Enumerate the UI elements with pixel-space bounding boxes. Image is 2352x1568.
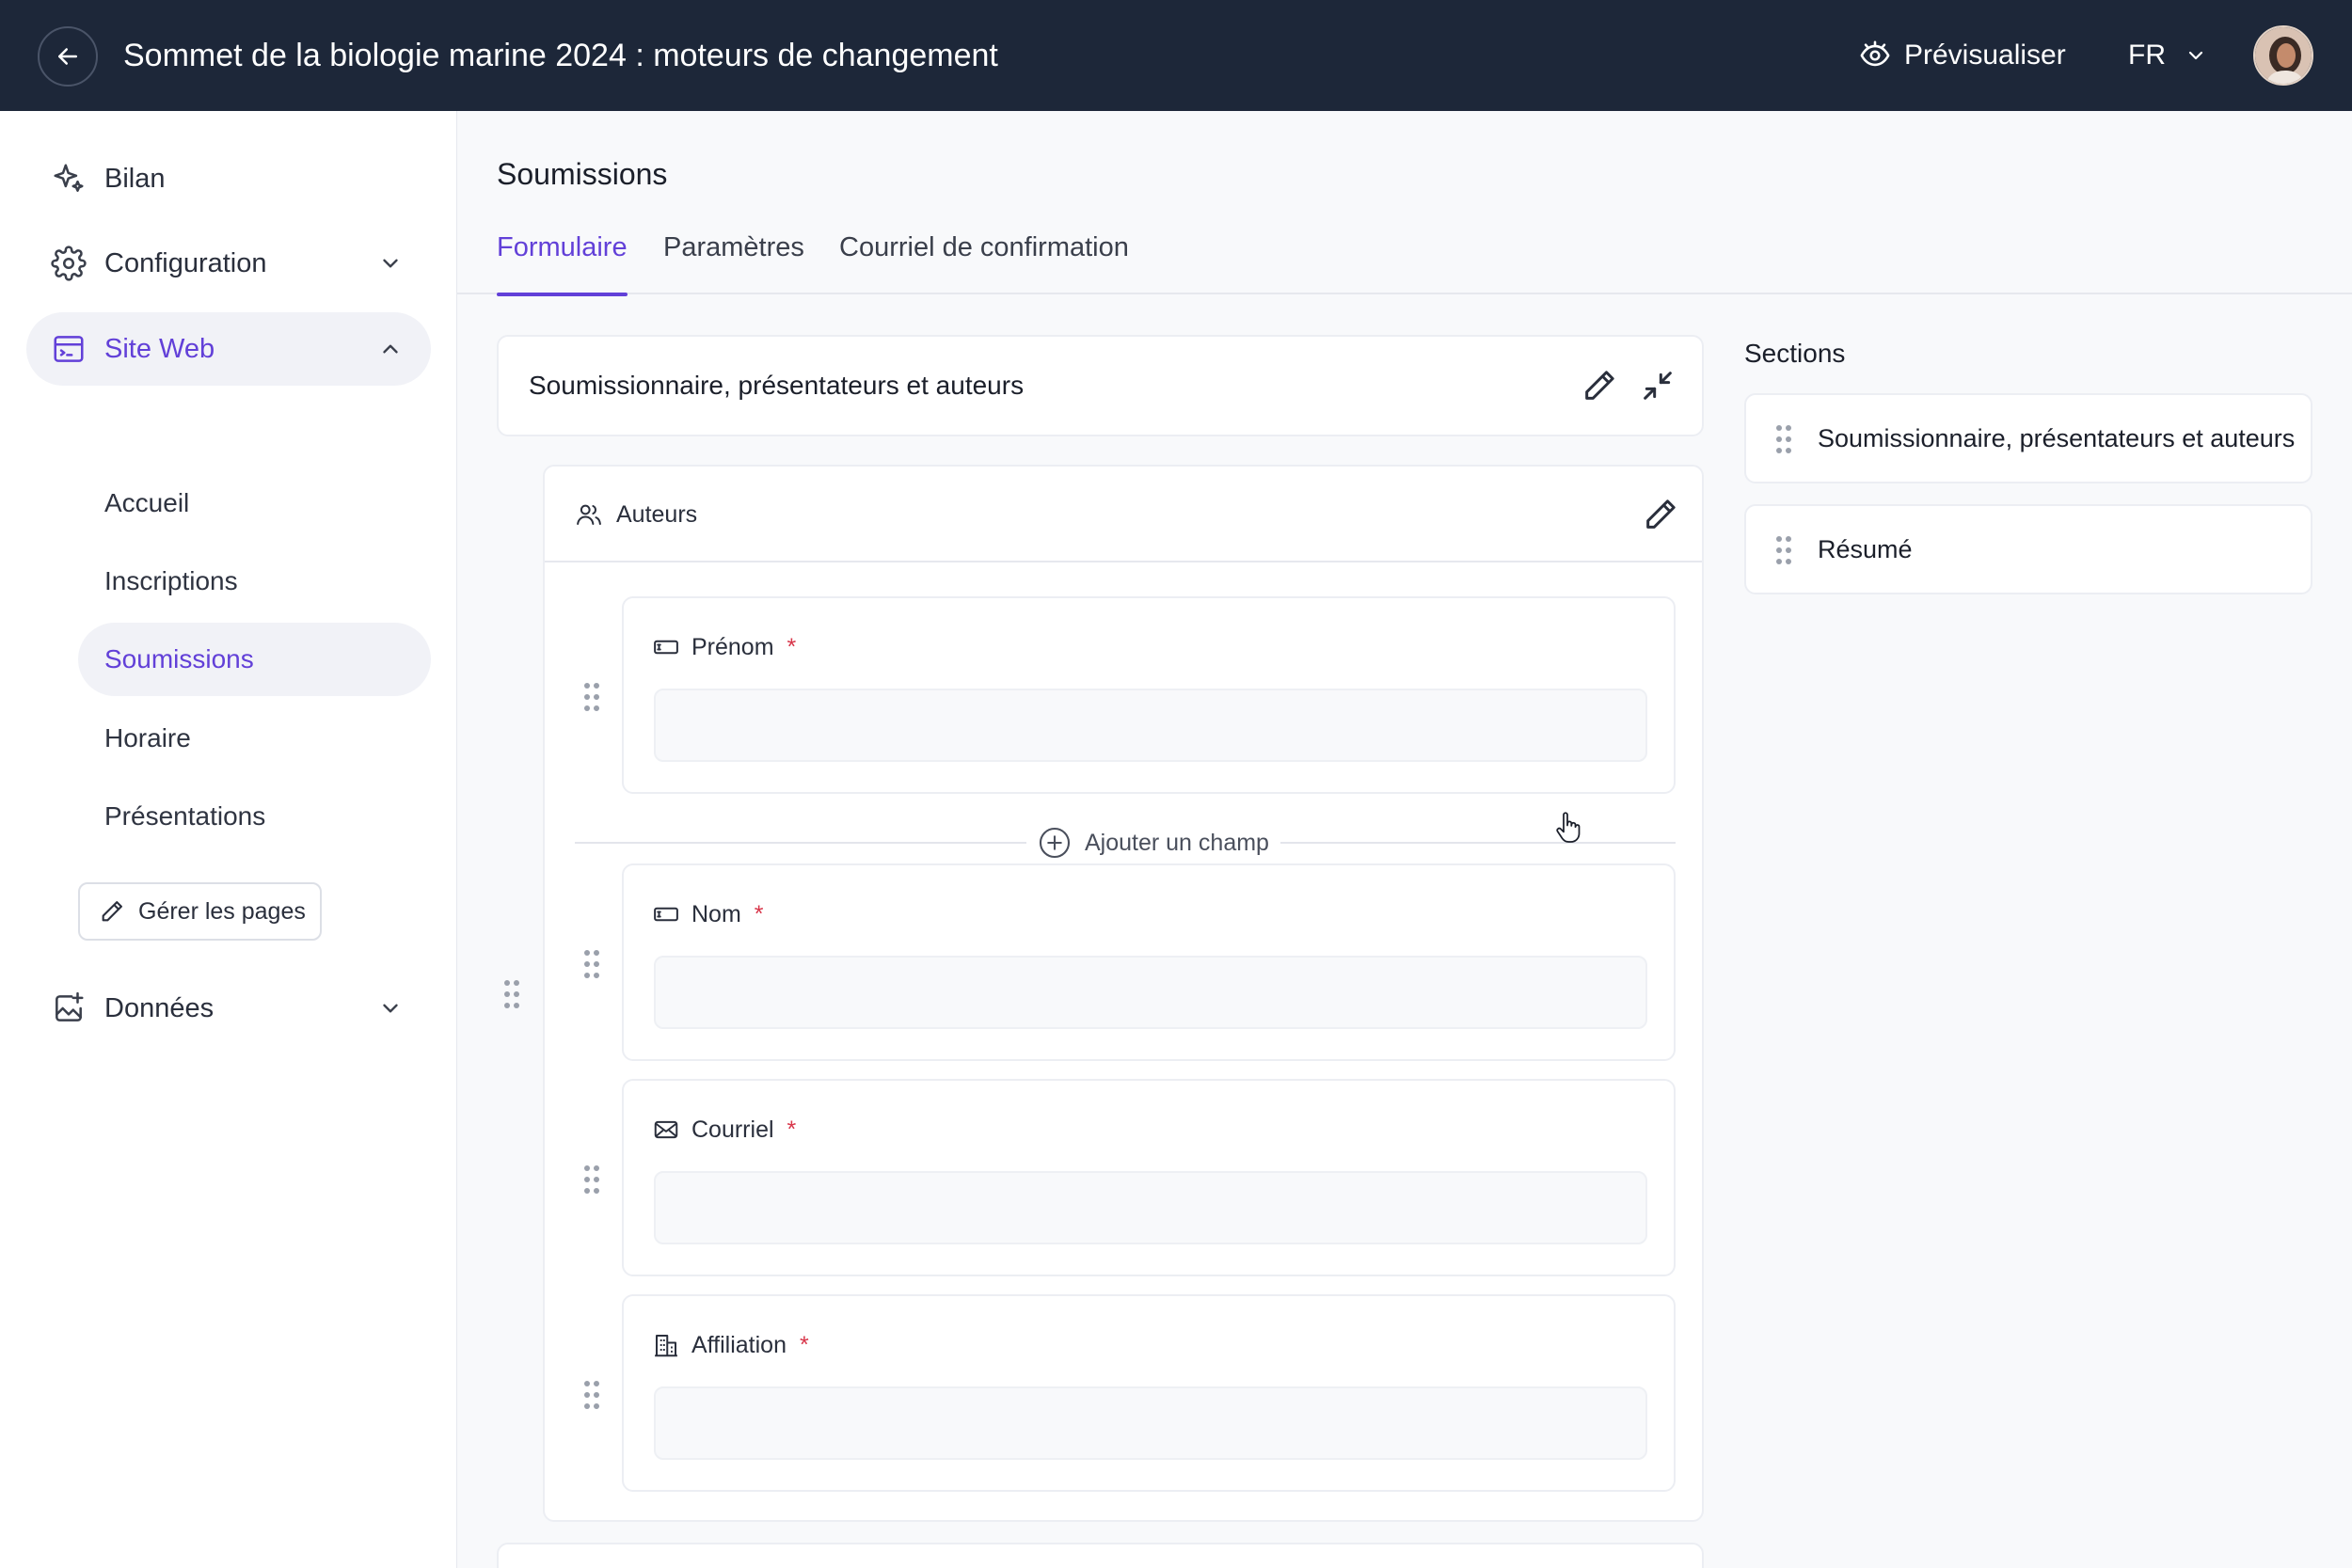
sidebar-item-site-web[interactable]: Site Web (26, 312, 431, 386)
sidebar-subitem-presentations[interactable]: Présentations (78, 780, 431, 853)
drag-handle-icon[interactable] (1774, 423, 1793, 455)
arrow-left-icon (58, 48, 77, 65)
text-field-icon (654, 907, 678, 922)
page-title: Soumissions (497, 157, 668, 191)
add-field-button[interactable]: Ajouter un champ (1026, 824, 1280, 862)
sidebar-item-label: Données (104, 993, 215, 1023)
preview-label: Prévisualiser (1904, 40, 2066, 71)
section-title: Soumissionnaire, présentateurs et auteur… (529, 371, 1025, 400)
section-list-item-label: Soumissionnaire, présentateurs et auteur… (1818, 424, 2296, 452)
chart-image-icon (56, 991, 84, 1022)
chevron-down-icon (383, 1004, 398, 1013)
sidebar-item-label: Site Web (104, 334, 215, 364)
gear-icon (51, 245, 87, 281)
preview-button[interactable]: Prévisualiser (1859, 34, 2066, 77)
authors-group-card: Auteurs Prénom * Ajouter un champ Nom * Co… (543, 465, 1704, 1522)
pencil-icon[interactable] (1642, 496, 1679, 533)
section-list-item[interactable]: Résumé (1744, 504, 2312, 594)
eye-icon (1860, 40, 1890, 67)
drag-handle-icon[interactable] (1774, 534, 1793, 566)
courriel-input[interactable] (654, 1171, 1647, 1244)
sections-panel-title: Sections (1744, 339, 1846, 368)
required-marker: * (800, 1331, 809, 1358)
sidebar-item-label: Bilan (104, 164, 166, 194)
event-title: Sommet de la biologie marine 2024 : mote… (123, 38, 998, 73)
group-header: Auteurs (545, 467, 1702, 562)
section-list-item[interactable]: Soumissionnaire, présentateurs et auteur… (1744, 393, 2312, 483)
prenom-input[interactable] (654, 689, 1647, 762)
field-card-nom[interactable]: Nom * (622, 863, 1676, 1061)
field-label-text: Affiliation (691, 1331, 787, 1358)
sidebar-subitem-soumissions[interactable]: Soumissions (78, 623, 431, 696)
sidebar-item-configuration[interactable]: Configuration (26, 227, 431, 300)
tab-courriel-confirmation[interactable]: Courriel de confirmation (839, 232, 1129, 294)
sidebar-subitem-horaire[interactable]: Horaire (78, 702, 431, 775)
collapse-icon[interactable] (1639, 367, 1677, 404)
chevron-down-icon (383, 259, 398, 268)
field-label-text: Nom (691, 900, 741, 927)
sidebar-subitem-inscriptions[interactable]: Inscriptions (78, 545, 431, 618)
sidebar-subitem-label: Présentations (104, 801, 266, 831)
user-avatar[interactable] (2253, 25, 2313, 86)
field-label: Nom * (652, 897, 764, 931)
text-field-icon (654, 640, 678, 655)
next-section-card (497, 1543, 1704, 1568)
required-marker: * (787, 1116, 797, 1143)
field-card-courriel[interactable]: Courriel * (622, 1079, 1676, 1276)
field-card-affiliation[interactable]: Affiliation * (622, 1294, 1676, 1492)
add-field-divider: Ajouter un champ (575, 824, 1676, 862)
group-title: Auteurs (616, 501, 698, 528)
section-header-card: Soumissionnaire, présentateurs et auteur… (497, 335, 1704, 436)
envelope-icon (654, 1120, 678, 1139)
nom-input[interactable] (654, 956, 1647, 1029)
drag-handle-icon[interactable] (582, 1164, 601, 1196)
drag-handle-icon[interactable] (582, 1379, 601, 1411)
hand-cursor-icon (1556, 812, 1581, 843)
sidebar-subitem-label: Accueil (104, 488, 190, 517)
sidebar-item-bilan[interactable]: Bilan (26, 142, 431, 215)
pencil-icon (102, 901, 122, 922)
drag-handle-icon[interactable] (582, 681, 601, 713)
drag-handle-icon[interactable] (582, 948, 601, 980)
sidebar-subitem-label: Inscriptions (104, 566, 238, 595)
section-list-item-label: Résumé (1818, 535, 1913, 563)
field-label: Prénom * (652, 630, 796, 664)
plus-circle-icon (1039, 827, 1071, 859)
required-marker: * (754, 900, 764, 927)
required-marker: * (787, 633, 797, 660)
sidebar-subitem-label: Soumissions (104, 644, 254, 673)
pencil-icon[interactable] (1581, 367, 1618, 404)
field-card-prenom[interactable]: Prénom * (622, 596, 1676, 794)
users-icon (577, 504, 601, 525)
sidebar: Bilan Configuration Site Web Accueil Ins… (0, 111, 457, 1568)
language-selector[interactable]: FR (2128, 34, 2207, 77)
drag-handle-icon[interactable] (502, 978, 521, 1010)
sidebar-subitem-label: Horaire (104, 723, 191, 752)
sidebar-subitem-accueil[interactable]: Accueil (78, 467, 431, 540)
field-label-text: Prénom (691, 633, 774, 660)
sidebar-item-donnees[interactable]: Données (26, 972, 431, 1045)
tab-bar: Formulaire Paramètres Courriel de confir… (457, 221, 2352, 296)
manage-pages-label: Gérer les pages (138, 897, 306, 925)
field-label-text: Courriel (691, 1116, 774, 1143)
add-field-label: Ajouter un champ (1085, 829, 1269, 856)
field-label: Affiliation * (652, 1328, 809, 1362)
sparkles-icon (54, 164, 84, 192)
affiliation-input[interactable] (654, 1386, 1647, 1460)
chevron-up-icon (383, 344, 398, 354)
chevron-down-icon (2188, 51, 2203, 60)
sidebar-item-label: Configuration (104, 248, 267, 278)
browser-window-icon (54, 336, 84, 362)
tab-formulaire[interactable]: Formulaire (497, 232, 628, 296)
language-label: FR (2128, 40, 2166, 71)
manage-pages-button[interactable]: Gérer les pages (78, 882, 322, 941)
back-button[interactable] (38, 26, 98, 87)
field-label: Courriel * (652, 1113, 796, 1147)
building-icon (655, 1335, 677, 1357)
avatar-image (2255, 27, 2312, 84)
top-bar: Sommet de la biologie marine 2024 : mote… (0, 0, 2352, 111)
tab-parametres[interactable]: Paramètres (663, 232, 804, 294)
